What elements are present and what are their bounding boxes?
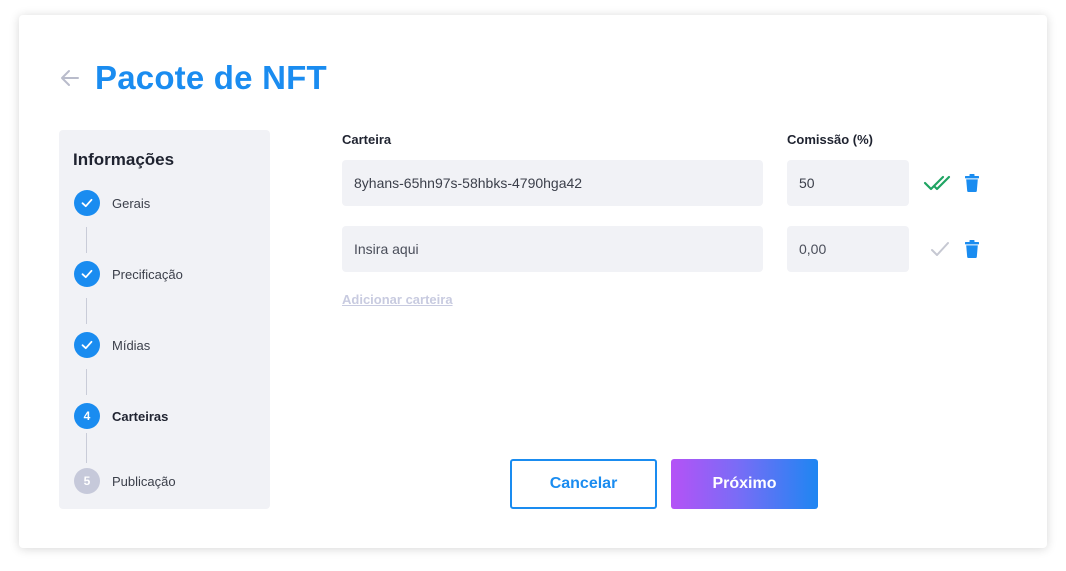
stepper-title: Informações: [73, 150, 175, 169]
step-connector: [86, 433, 87, 463]
step-connector: [86, 298, 87, 324]
step-label: Mídias: [112, 337, 151, 353]
check-icon[interactable]: [922, 236, 956, 262]
next-button[interactable]: Próximo: [671, 459, 818, 509]
check-icon: [81, 198, 93, 208]
wallet-input[interactable]: [342, 160, 763, 206]
wallet-column-header: Carteira: [342, 132, 392, 147]
step-connector: [86, 369, 87, 395]
step-number-circle: 4: [74, 403, 100, 429]
step-number-circle: 5: [74, 468, 100, 494]
trash-icon[interactable]: [963, 239, 981, 259]
step-gerais[interactable]: Gerais: [74, 190, 150, 216]
step-connector: [86, 227, 87, 253]
step-label: Precificação: [112, 266, 183, 282]
commission-input[interactable]: [787, 160, 909, 206]
page-title: Pacote de NFT: [95, 59, 327, 96]
commission-column-header: Comissão (%): [787, 132, 873, 147]
check-icon: [81, 269, 93, 279]
step-label: Publicação: [112, 473, 176, 489]
step-midias[interactable]: Mídias: [74, 332, 150, 358]
step-done-circle: [74, 261, 100, 287]
step-label: Gerais: [112, 195, 151, 211]
step-done-circle: [74, 190, 100, 216]
trash-icon[interactable]: [963, 173, 981, 193]
stepper-panel: Informações Gerais Precificação Mídias 4…: [59, 130, 270, 509]
step-done-circle: [74, 332, 100, 358]
back-arrow-icon[interactable]: [58, 66, 82, 90]
cancel-button[interactable]: Cancelar: [510, 459, 657, 509]
commission-input[interactable]: [787, 226, 909, 272]
step-label: Carteiras: [112, 408, 169, 424]
add-wallet-link[interactable]: Adicionar carteira: [342, 292, 453, 307]
check-icon: [81, 340, 93, 350]
step-publicacao[interactable]: 5 Publicação: [74, 468, 176, 494]
step-precificacao[interactable]: Precificação: [74, 261, 183, 287]
wallet-input[interactable]: [342, 226, 763, 272]
step-carteiras[interactable]: 4 Carteiras: [74, 403, 168, 429]
double-check-icon[interactable]: [922, 170, 956, 196]
